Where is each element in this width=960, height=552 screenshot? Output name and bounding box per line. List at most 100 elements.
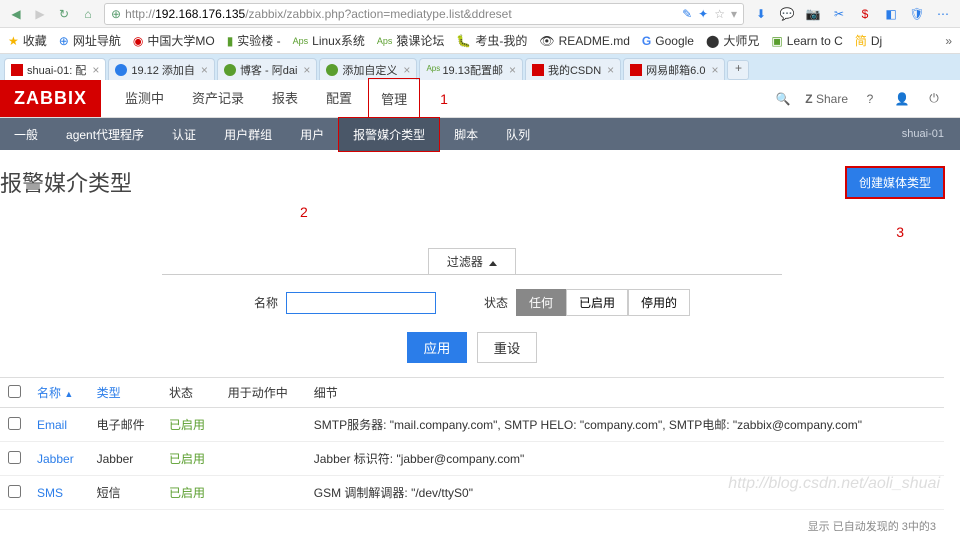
user-icon[interactable]: 👤 xyxy=(892,89,912,109)
nav-inventory[interactable]: 资产记录 xyxy=(180,78,256,119)
browser-tab[interactable]: 网易邮箱6.0× xyxy=(623,58,725,80)
select-all-checkbox[interactable] xyxy=(8,385,21,398)
subnav-queue[interactable]: 队列 xyxy=(492,118,544,151)
url-text: http://192.168.176.135/zabbix/zabbix.php… xyxy=(125,7,512,21)
bookmark-item[interactable]: Aps猿课论坛 xyxy=(377,32,445,49)
filter-name-label: 名称 xyxy=(254,294,278,311)
logout-icon[interactable]: ⏻ xyxy=(924,89,944,109)
browser-tab[interactable]: 我的CSDN× xyxy=(525,58,621,80)
download-icon[interactable]: ⬇ xyxy=(752,5,770,23)
share-button[interactable]: Z Share xyxy=(805,92,848,106)
current-user: shuai-01 xyxy=(902,128,960,140)
forward-icon[interactable]: ▶ xyxy=(32,6,48,22)
annotation-1: 1 xyxy=(440,91,448,107)
browser-tab[interactable]: 博客 - 阿dai× xyxy=(217,58,317,80)
table-footer: 显示 已自动发现的 3中的3 xyxy=(0,510,944,542)
bookmark-item[interactable]: ★收藏 xyxy=(8,32,47,49)
subnav-usergroups[interactable]: 用户群组 xyxy=(210,118,286,151)
url-bar[interactable]: ⊕ http://192.168.176.135/zabbix/zabbix.p… xyxy=(104,3,744,25)
media-type: 电子邮件 xyxy=(89,408,161,442)
close-icon[interactable]: × xyxy=(92,63,99,77)
nav-monitoring[interactable]: 监测中 xyxy=(113,78,176,119)
media-name-link[interactable]: Email xyxy=(37,418,67,432)
row-checkbox[interactable] xyxy=(8,417,21,430)
close-icon[interactable]: × xyxy=(303,63,310,77)
help-icon[interactable]: ? xyxy=(860,89,880,109)
close-icon[interactable]: × xyxy=(403,63,410,77)
col-name[interactable]: 名称 ▲ xyxy=(29,378,89,408)
page-title: 报警媒介类型 xyxy=(0,160,132,204)
annotation-3: 3 xyxy=(0,224,944,240)
filter-name-input[interactable] xyxy=(286,292,436,314)
subnav-general[interactable]: 一般 xyxy=(0,118,52,151)
cut-icon[interactable]: ✂ xyxy=(830,5,848,23)
close-icon[interactable]: × xyxy=(509,63,516,77)
media-status[interactable]: 已启用 xyxy=(161,408,220,442)
browser-tab[interactable]: 添加自定义× xyxy=(319,58,417,80)
reload-icon[interactable]: ↻ xyxy=(56,6,72,22)
media-details: Jabber 标识符: "jabber@company.com" xyxy=(306,442,944,476)
row-checkbox[interactable] xyxy=(8,485,21,498)
home-icon[interactable]: ⌂ xyxy=(80,6,96,22)
new-tab-button[interactable]: + xyxy=(727,60,749,80)
camera-icon[interactable]: 📷 xyxy=(804,5,822,23)
bookmark-item[interactable]: 简Dj xyxy=(855,32,882,49)
create-media-type-button[interactable]: 创建媒体类型 xyxy=(846,167,944,198)
close-icon[interactable]: × xyxy=(711,63,718,77)
annotation-2: 2 xyxy=(0,204,944,220)
subnav-scripts[interactable]: 脚本 xyxy=(440,118,492,151)
browser-tab[interactable]: shuai-01: 配× xyxy=(4,58,106,80)
bookmark-item[interactable]: GGoogle xyxy=(642,34,694,48)
shield-icon[interactable]: 🛡 xyxy=(908,5,926,23)
bookmark-item[interactable]: ▮实验楼 - xyxy=(227,32,281,49)
filter-toggle[interactable]: 过滤器 xyxy=(428,248,516,274)
subnav-users[interactable]: 用户 xyxy=(286,118,338,151)
media-name-link[interactable]: Jabber xyxy=(37,452,74,466)
nav-config[interactable]: 配置 xyxy=(314,78,364,119)
bookmark-item[interactable]: 👁README.md xyxy=(539,34,630,48)
media-name-link[interactable]: SMS xyxy=(37,486,63,500)
chat-icon[interactable]: 💬 xyxy=(778,5,796,23)
close-icon[interactable]: × xyxy=(607,63,614,77)
col-details: 细节 xyxy=(306,378,944,408)
browser-tab[interactable]: Aps19.13配置邮× xyxy=(419,58,523,80)
status-disabled-button[interactable]: 停用的 xyxy=(628,289,690,316)
close-icon[interactable]: × xyxy=(201,63,208,77)
bookmark-item[interactable]: ⬤大师兄 xyxy=(706,32,759,49)
ext1-icon[interactable]: ◧ xyxy=(882,5,900,23)
col-type[interactable]: 类型 xyxy=(89,378,161,408)
filter-status-label: 状态 xyxy=(484,294,508,311)
browser-tab[interactable]: 19.12 添加自× xyxy=(108,58,215,80)
zabbix-logo[interactable]: ZABBIX xyxy=(0,80,101,117)
subnav-auth[interactable]: 认证 xyxy=(158,118,210,151)
reset-button[interactable]: 重设 xyxy=(477,332,538,363)
watermark: http://blog.csdn.net/aoli_shuai xyxy=(728,475,940,493)
more-icon[interactable]: ⋯ xyxy=(934,5,952,23)
tabs-bar: shuai-01: 配× 19.12 添加自× 博客 - 阿dai× 添加自定义… xyxy=(0,54,960,80)
table-row: Email 电子邮件已启用 SMTP服务器: "mail.company.com",… xyxy=(0,408,944,442)
nav-admin[interactable]: 管理 xyxy=(368,78,420,119)
money-icon[interactable]: $ xyxy=(856,5,874,23)
subnav-mediatypes[interactable]: 报警媒介类型 xyxy=(338,117,440,152)
media-usedin xyxy=(220,476,306,510)
bookmarks-bar: ★收藏 ⊕网址导航 ◉中国大学MO ▮实验楼 - ApsLinux系统 Aps猿… xyxy=(0,28,960,54)
media-usedin xyxy=(220,442,306,476)
search-icon[interactable]: 🔍 xyxy=(773,89,793,109)
bookmark-item[interactable]: ▣Learn to C xyxy=(771,34,842,48)
media-details: SMTP服务器: "mail.company.com", SMTP HELO: … xyxy=(306,408,944,442)
bookmark-item[interactable]: ⊕网址导航 xyxy=(59,32,121,49)
media-type: Jabber xyxy=(89,442,161,476)
nav-reports[interactable]: 报表 xyxy=(260,78,310,119)
bookmark-item[interactable]: ◉中国大学MO xyxy=(133,32,215,49)
media-status[interactable]: 已启用 xyxy=(161,442,220,476)
bookmark-item[interactable]: ApsLinux系统 xyxy=(293,32,365,49)
bookmark-item[interactable]: 🐛考虫-我的 xyxy=(456,32,527,49)
back-icon[interactable]: ◀ xyxy=(8,6,24,22)
media-status[interactable]: 已启用 xyxy=(161,476,220,510)
subnav-proxies[interactable]: agent代理程序 xyxy=(52,118,158,151)
col-status: 状态 xyxy=(161,378,220,408)
status-any-button[interactable]: 任何 xyxy=(516,289,566,316)
row-checkbox[interactable] xyxy=(8,451,21,464)
status-enabled-button[interactable]: 已启用 xyxy=(566,289,628,316)
apply-button[interactable]: 应用 xyxy=(407,332,468,363)
